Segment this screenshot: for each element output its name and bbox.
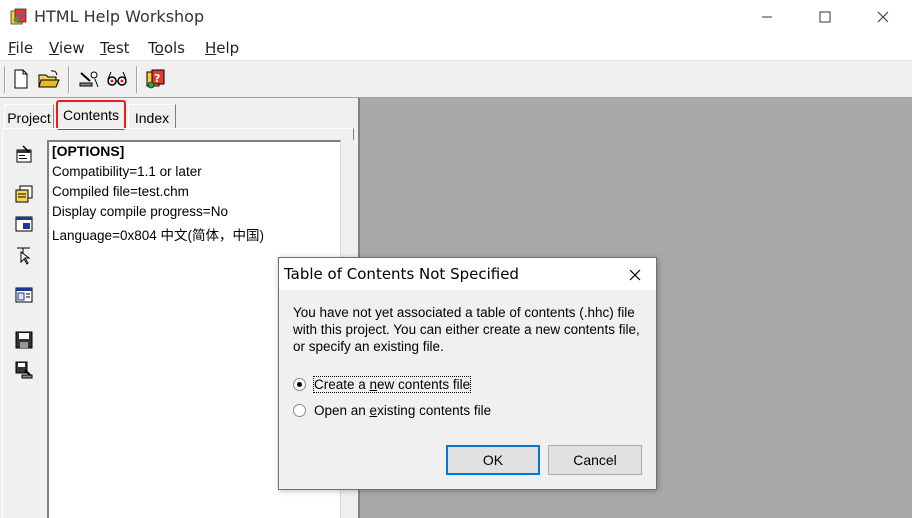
cancel-button[interactable]: Cancel [548, 445, 642, 475]
compile-icon [79, 71, 99, 88]
change-options-button[interactable] [12, 142, 36, 166]
dialog-title: Table of Contents Not Specified [284, 265, 519, 283]
dialog-close-button[interactable] [620, 264, 650, 286]
window-title: HTML Help Workshop [34, 7, 205, 26]
radio-label: Open an existing contents file [314, 402, 492, 418]
close-icon [629, 269, 641, 281]
open-folder-icon [38, 70, 60, 88]
tab-contents[interactable]: Contents [56, 100, 126, 130]
new-file-icon [14, 69, 28, 89]
menu-bar: File View Test Tools Help [0, 34, 912, 61]
html-api-map-button[interactable] [12, 243, 36, 267]
help-button[interactable]: ? [144, 67, 168, 91]
option-line: Compatibility=1.1 or later [52, 164, 202, 179]
tab-project[interactable]: Project [4, 104, 54, 129]
menu-tools[interactable]: Tools [148, 39, 185, 57]
add-file-icon [15, 185, 33, 203]
html-help-workshop-app-icon [10, 8, 27, 25]
save-icon [15, 331, 33, 349]
view-compiled-icon [107, 71, 127, 86]
open-button[interactable] [37, 67, 61, 91]
add-remove-files-button[interactable] [12, 182, 36, 206]
toolbar-separator [68, 66, 70, 93]
save-project-button[interactable] [12, 328, 36, 352]
option-line: Display compile progress=No [52, 204, 228, 219]
help-icon: ? [146, 69, 165, 89]
close-window-button[interactable] [854, 0, 912, 34]
tab-index[interactable]: Index [128, 104, 176, 129]
svg-text:?: ? [154, 72, 160, 85]
main-toolbar: ? [0, 61, 912, 98]
ok-button[interactable]: OK [446, 445, 540, 475]
maximize-button[interactable] [796, 0, 854, 34]
menu-test[interactable]: Test [100, 39, 130, 57]
toolbar-grip [4, 66, 6, 93]
toolbar-separator [136, 66, 138, 93]
options-header: [OPTIONS] [52, 143, 125, 159]
close-icon [877, 11, 889, 23]
minimize-button[interactable] [738, 0, 796, 34]
radio-create-new-contents[interactable]: Create a new contents file [293, 375, 472, 393]
title-bar: HTML Help Workshop [0, 0, 912, 34]
radio-open-existing-contents[interactable]: Open an existing contents file [293, 401, 491, 419]
menu-file[interactable]: File [8, 39, 33, 57]
view-compiled-file-button[interactable] [105, 67, 129, 91]
save-all-compile-button[interactable] [12, 358, 36, 382]
toc-not-specified-dialog: Table of Contents Not Specified You have… [278, 257, 657, 490]
api-information-button[interactable] [12, 283, 36, 307]
menu-help[interactable]: Help [205, 39, 239, 57]
api-info-icon [15, 287, 33, 303]
menu-view[interactable]: View [49, 39, 85, 57]
save-compile-icon [15, 361, 33, 379]
dialog-title-bar: Table of Contents Not Specified [279, 258, 656, 290]
option-line: Language=0x804 中文(简体，中国) [52, 228, 264, 243]
compile-button[interactable] [77, 67, 101, 91]
add-window-icon [15, 216, 33, 232]
add-modify-window-button[interactable] [12, 212, 36, 236]
dialog-message: You have not yet associated a table of c… [293, 305, 640, 354]
change-options-icon [16, 145, 32, 163]
radio-button[interactable] [293, 403, 306, 417]
new-file-button[interactable] [9, 67, 33, 91]
option-line: Compiled file=test.chm [52, 184, 189, 199]
radio-label: Create a new contents file [312, 375, 472, 393]
add-map-icon [17, 247, 31, 265]
maximize-icon [819, 11, 831, 23]
radio-button-checked[interactable] [293, 377, 306, 391]
minimize-icon [762, 16, 772, 18]
